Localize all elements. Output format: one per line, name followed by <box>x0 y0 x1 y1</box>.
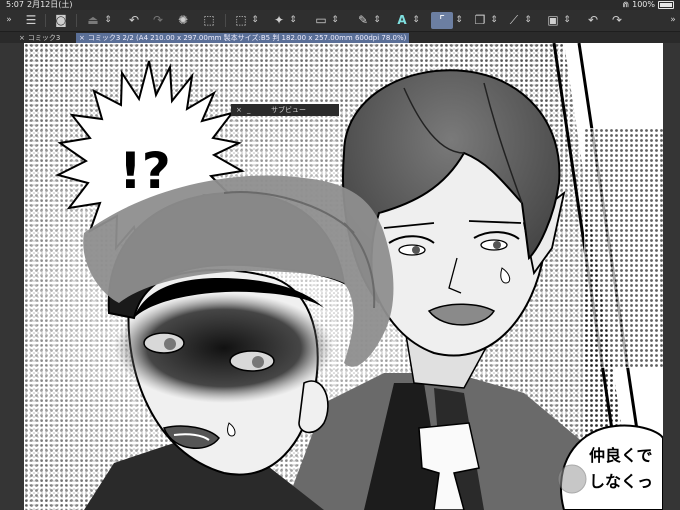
ruler-stepper-icon[interactable]: ⇕ <box>455 12 463 29</box>
subview-panel[interactable]: × _ サブビュー <box>231 104 339 116</box>
redo-secondary-icon[interactable]: ↷ <box>609 12 625 29</box>
tab-label: コミック3 2/2 (A4 210.00 x 297.00mm 製本サイズ:B5… <box>87 34 407 42</box>
ruler-tool-icon[interactable]: ⌜ <box>431 12 453 29</box>
select-rect-icon[interactable]: ⬚ <box>233 12 249 29</box>
eyedropper-icon[interactable]: ⟋ <box>506 12 522 29</box>
text-stepper-icon[interactable]: ⇕ <box>412 12 420 29</box>
close-icon[interactable]: × <box>19 34 25 42</box>
document-tab-row: × コミック3 × コミック3 2/2 (A4 210.00 x 297.00mm … <box>0 32 680 43</box>
wand-stepper-icon[interactable]: ⇕ <box>289 12 297 29</box>
left-panel-strip <box>0 43 24 510</box>
pen-stepper-icon[interactable]: ⇕ <box>373 12 381 29</box>
collapse-right-icon[interactable]: » <box>668 12 678 29</box>
battery-percent: 100% <box>632 0 655 9</box>
close-icon[interactable]: × <box>79 34 85 42</box>
bubble-line-2: しなくっ <box>589 472 653 491</box>
status-date: 2月12日(土) <box>27 0 73 9</box>
minimize-icon[interactable]: _ <box>247 104 251 116</box>
bubble-line-1: 仲良くで <box>589 446 653 465</box>
text-tool-icon[interactable]: A <box>394 12 410 29</box>
tab-comic3-page2[interactable]: × コミック3 2/2 (A4 210.00 x 297.00mm 製本サイズ:B… <box>76 33 410 43</box>
layer-view-icon[interactable]: ◙ <box>52 12 70 29</box>
transform-icon[interactable]: ⬚ <box>201 12 217 29</box>
close-icon[interactable]: × <box>236 104 242 116</box>
redo-icon[interactable]: ↷ <box>150 12 166 29</box>
tab-comic3[interactable]: × コミック3 <box>16 33 63 43</box>
status-right: ︎⋒ 100% <box>622 0 674 10</box>
import-stepper-icon[interactable]: ⇕ <box>104 12 112 29</box>
collapse-left-icon[interactable]: » <box>4 12 14 29</box>
frame-icon[interactable]: ▭ <box>313 12 329 29</box>
subview-title: サブビュー <box>271 106 306 114</box>
brush-loading-icon[interactable]: ✺ <box>175 12 191 29</box>
battery-icon <box>658 1 674 9</box>
copy-stepper-icon[interactable]: ⇕ <box>490 12 498 29</box>
undo-icon[interactable]: ↶ <box>126 12 142 29</box>
copy-icon[interactable]: ❐ <box>472 12 488 29</box>
status-bar: 5:07 2月12日(土) ︎⋒ 100% <box>0 0 680 10</box>
pen-icon[interactable]: ✎ <box>355 12 371 29</box>
menu-icon[interactable]: ☰ <box>22 12 40 29</box>
drawing-canvas[interactable]: !? 仲良くで しなくっ × _ サブビュー <box>24 43 663 510</box>
frame-stepper-icon[interactable]: ⇕ <box>331 12 339 29</box>
right-panel-strip <box>663 43 680 510</box>
image-stepper-icon[interactable]: ⇕ <box>563 12 571 29</box>
select-stepper-icon[interactable]: ⇕ <box>251 12 259 29</box>
manga-artwork: !? 仲良くで しなくっ <box>24 43 663 510</box>
import-icon[interactable]: ⏏ <box>84 12 102 29</box>
image-icon[interactable]: ▣ <box>545 12 561 29</box>
undo-secondary-icon[interactable]: ↶ <box>585 12 601 29</box>
status-time: 5:07 <box>6 0 24 9</box>
eyedropper-stepper-icon[interactable]: ⇕ <box>524 12 532 29</box>
shout-text: !? <box>119 142 171 200</box>
wifi-icon: ︎⋒ <box>622 0 630 9</box>
tab-label: コミック3 <box>27 34 61 42</box>
magic-wand-icon[interactable]: ✦ <box>271 12 287 29</box>
app-toolbar: » ☰ ◙ ⏏ ⇕ ↶ ↷ ✺ ⬚ ⬚ ⇕ ✦ ⇕ ▭ ⇕ ✎ ⇕ A ⇕ ⌜ … <box>0 10 680 32</box>
